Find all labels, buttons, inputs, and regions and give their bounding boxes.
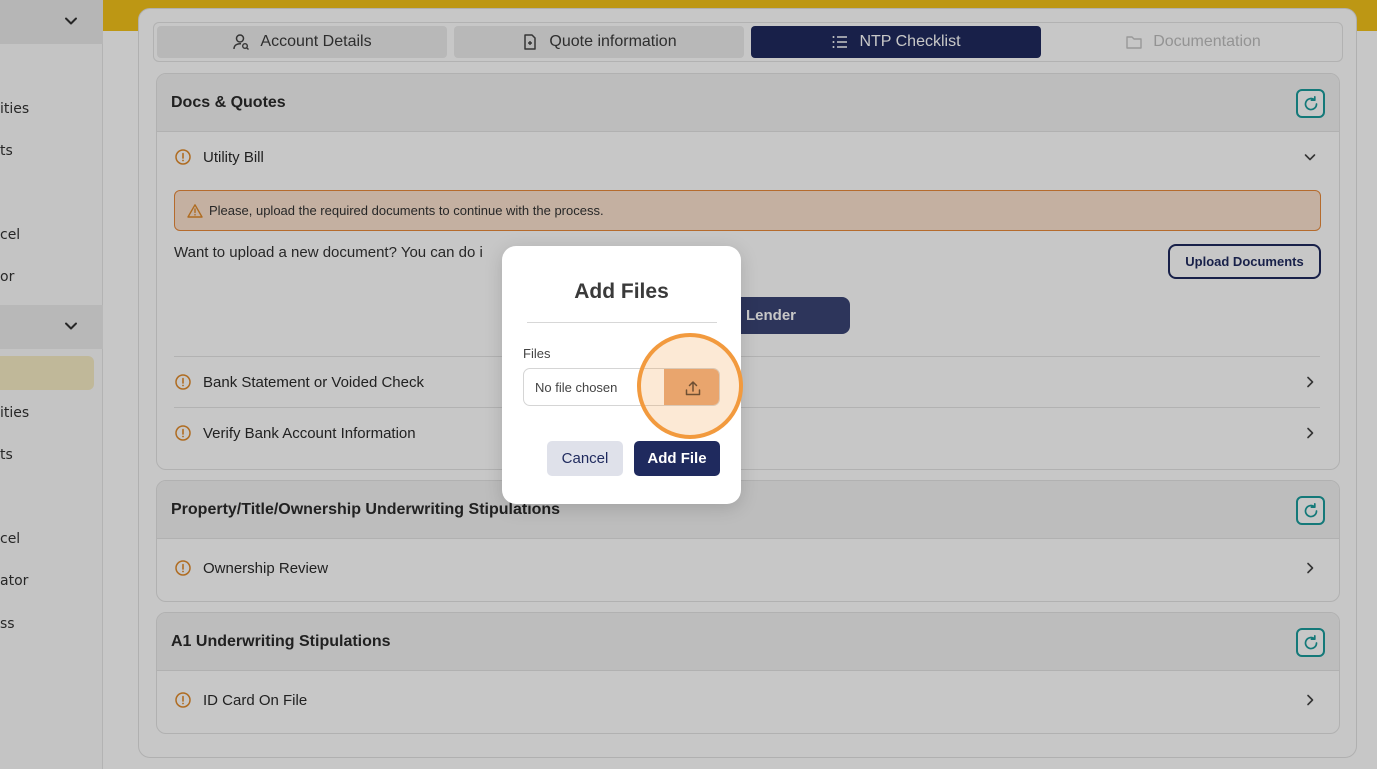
- divider: [527, 322, 717, 323]
- cancel-button[interactable]: Cancel: [547, 441, 623, 476]
- click-highlight-ring: [637, 333, 743, 439]
- file-input-placeholder: No file chosen: [535, 380, 618, 395]
- files-label: Files: [523, 346, 551, 361]
- modal-title: Add Files: [574, 280, 669, 303]
- add-file-button[interactable]: Add File: [634, 441, 720, 476]
